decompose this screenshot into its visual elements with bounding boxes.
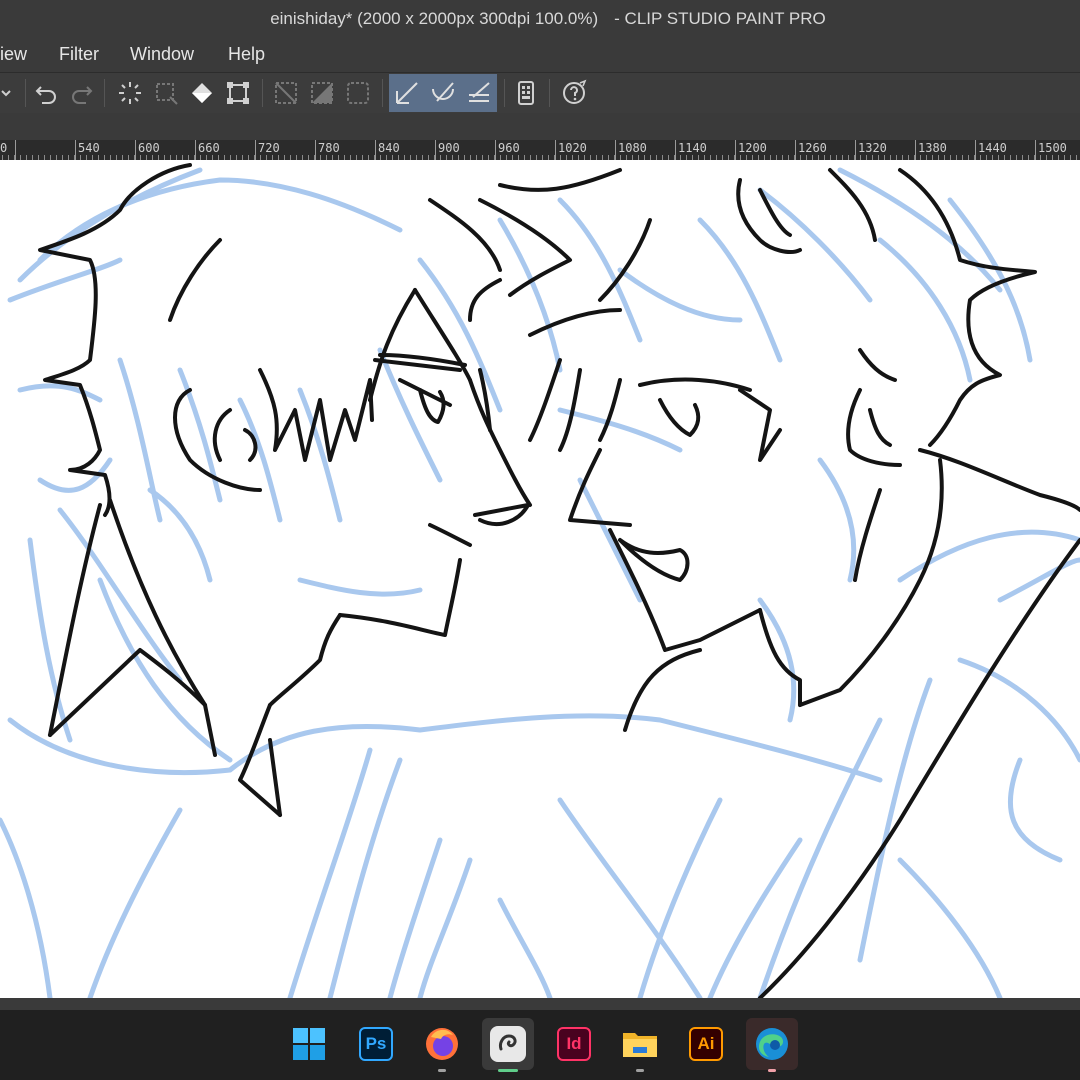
show-selection-icon[interactable] [342, 77, 374, 109]
ruler-major-tick [315, 140, 316, 160]
ruler-label: 1080 [618, 141, 647, 155]
fill-selection-icon[interactable] [306, 77, 338, 109]
taskbar-firefox[interactable] [416, 1018, 468, 1072]
separator [262, 79, 263, 107]
snap-to-grid-icon[interactable] [463, 77, 495, 109]
horizontal-ruler: 0 540 600 660 720 780 840 900 960 1020 1080 1140 120… [0, 140, 1080, 160]
active-indicator [498, 1069, 518, 1072]
menu-window[interactable]: Window [130, 44, 194, 65]
taskbar: Ps Id Ai [0, 1010, 1080, 1080]
ruler-label: 900 [438, 141, 460, 155]
ruler-major-tick [495, 140, 496, 160]
taskbar-edge[interactable] [746, 1018, 798, 1072]
app-name: - CLIP STUDIO PAINT PRO [614, 9, 826, 28]
indesign-icon: Id [557, 1027, 591, 1061]
ruler-major-tick [735, 140, 736, 160]
illustrator-label: Ai [697, 1034, 715, 1053]
indesign-label: Id [566, 1034, 582, 1053]
menu-bar: iew Filter Window Help [0, 38, 1080, 72]
status-bar [0, 998, 1080, 1010]
menu-filter[interactable]: Filter [59, 44, 99, 65]
separator [382, 79, 383, 107]
undo-icon[interactable] [30, 77, 62, 109]
ruler-label: 1200 [738, 141, 767, 155]
ruler-major-tick [15, 140, 16, 160]
ruler-label: 600 [138, 141, 160, 155]
invert-selection-icon[interactable] [270, 77, 302, 109]
ruler-label: 1140 [678, 141, 707, 155]
menu-view[interactable]: iew [0, 44, 27, 65]
ruler-label: 1020 [558, 141, 587, 155]
help-icon[interactable] [558, 77, 590, 109]
snap-to-special-ruler-icon[interactable] [427, 77, 459, 109]
ruler-major-tick [615, 140, 616, 160]
ruler-label: 780 [318, 141, 340, 155]
document-title: einishiday* (2000 x 2000px 300dpi 100.0%… [270, 9, 599, 28]
ruler-label: 1440 [978, 141, 1007, 155]
ruler-label: 960 [498, 141, 520, 155]
separator [25, 79, 26, 107]
photoshop-label: Ps [365, 1034, 387, 1053]
running-indicator [768, 1069, 776, 1072]
deselect-icon[interactable] [150, 77, 182, 109]
separator [549, 79, 550, 107]
ruler-major-tick [195, 140, 196, 160]
ruler-major-tick [915, 140, 916, 160]
ruler-major-tick [555, 140, 556, 160]
ruler-label: 1500 [1038, 141, 1067, 155]
redo-icon[interactable] [66, 77, 98, 109]
illustrator-icon: Ai [689, 1027, 723, 1061]
ruler-label: 840 [378, 141, 400, 155]
windows-start-icon [293, 1028, 325, 1060]
taskbar-file-explorer[interactable] [614, 1018, 666, 1072]
ruler-major-tick [135, 140, 136, 160]
fill-icon[interactable] [186, 77, 218, 109]
folder-icon [623, 1033, 657, 1057]
snap-to-ruler-icon[interactable] [391, 77, 423, 109]
companion-mode-icon[interactable] [510, 77, 542, 109]
taskbar-clip-studio[interactable] [482, 1018, 534, 1072]
ruler-label: 1320 [858, 141, 887, 155]
ruler-label: 720 [258, 141, 280, 155]
tab-area [0, 113, 1080, 140]
artwork [0, 163, 1080, 998]
ruler-label: 0 [0, 141, 8, 155]
taskbar-windows-start[interactable] [283, 1018, 335, 1070]
ink-line-layer [38, 163, 1080, 998]
edge-icon [756, 1028, 788, 1060]
ruler-label: 660 [198, 141, 220, 155]
command-bar [0, 72, 1080, 114]
drawing-canvas[interactable] [0, 160, 1080, 998]
ruler-major-tick [975, 140, 976, 160]
taskbar-indesign[interactable]: Id [548, 1018, 600, 1070]
menu-help[interactable]: Help [228, 44, 265, 65]
ruler-major-tick [435, 140, 436, 160]
running-indicator [636, 1069, 644, 1072]
taskbar-illustrator[interactable]: Ai [680, 1018, 732, 1070]
firefox-icon [426, 1028, 458, 1060]
ruler-label: 540 [78, 141, 100, 155]
ruler-label: 1260 [798, 141, 827, 155]
ruler-major-tick [75, 140, 76, 160]
clear-selection-icon[interactable] [114, 77, 146, 109]
chevron-down-icon[interactable] [0, 77, 22, 109]
transform-icon[interactable] [222, 77, 254, 109]
clip-studio-icon [490, 1026, 526, 1062]
ruler-major-tick [255, 140, 256, 160]
ruler-major-tick [795, 140, 796, 160]
title-bar: einishiday* (2000 x 2000px 300dpi 100.0%… [0, 0, 1080, 38]
photoshop-icon: Ps [359, 1027, 393, 1061]
ruler-major-tick [855, 140, 856, 160]
ruler-label: 1380 [918, 141, 947, 155]
separator [104, 79, 105, 107]
separator [504, 79, 505, 107]
ruler-major-tick [375, 140, 376, 160]
ruler-major-tick [675, 140, 676, 160]
ruler-major-tick [1035, 140, 1036, 160]
running-indicator [438, 1069, 446, 1072]
taskbar-photoshop[interactable]: Ps [350, 1018, 402, 1070]
